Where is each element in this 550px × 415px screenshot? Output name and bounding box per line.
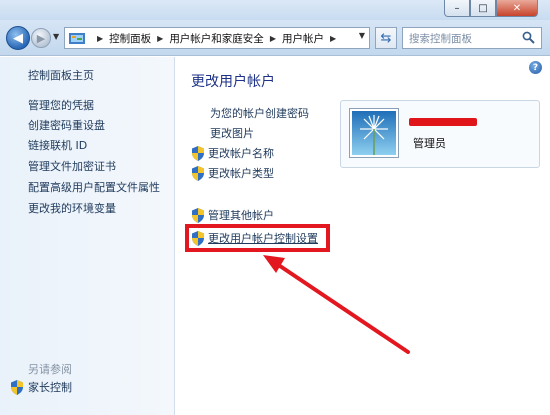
annotation-highlight-box [185, 224, 330, 252]
window-controls: – □ ✕ [444, 0, 538, 17]
arrow-right-icon: ▶ [36, 31, 46, 45]
left-nav-pane: 控制面板主页 管理您的凭据 创建密码重设盘 链接联机 ID 管理文件加密证书 配… [0, 57, 175, 415]
uac-shield-icon [10, 379, 24, 395]
refresh-icon: ⇆ [380, 30, 392, 46]
link-change-account-type[interactable]: 更改帐户类型 [191, 165, 274, 181]
see-also-heading: 另请参阅 [28, 363, 72, 376]
breadcrumb-separator: ▶ [97, 33, 104, 43]
breadcrumb-separator: ▶ [269, 33, 276, 43]
close-button[interactable]: ✕ [496, 0, 538, 17]
change-type-label: 更改帐户类型 [208, 167, 274, 180]
link-control-panel-home[interactable]: 控制面板主页 [28, 67, 94, 83]
manage-other-label: 管理其他帐户 [208, 209, 274, 222]
link-manage-other-accounts[interactable]: 管理其他帐户 [191, 207, 274, 223]
address-bar[interactable]: ▶ 控制面板 ▶ 用户帐户和家庭安全 ▶ 用户帐户 ▶ ▼ [64, 27, 370, 49]
page-title: 更改用户帐户 [191, 74, 275, 90]
link-create-password[interactable]: 为您的帐户创建密码 [210, 105, 309, 121]
change-picture-label: 更改图片 [210, 127, 254, 140]
help-icon[interactable]: ? [529, 61, 542, 74]
parental-controls-label: 家长控制 [28, 381, 72, 394]
minimize-button[interactable]: – [444, 0, 470, 17]
title-bar: – □ ✕ [0, 0, 550, 20]
link-create-password-reset-disk[interactable]: 创建密码重设盘 [28, 117, 105, 133]
breadcrumb-control-panel[interactable]: 控制面板 [109, 31, 151, 46]
avatar[interactable] [349, 108, 399, 158]
link-online-id[interactable]: 链接联机 ID [28, 137, 87, 153]
account-role: 管理员 [413, 137, 446, 150]
link-file-encryption-certs[interactable]: 管理文件加密证书 [28, 158, 116, 174]
change-name-label: 更改帐户名称 [208, 147, 274, 160]
search-placeholder: 搜索控制面板 [409, 32, 472, 45]
arrow-left-icon: ◀ [13, 30, 23, 46]
link-environment-variables[interactable]: 更改我的环境变量 [28, 200, 116, 216]
uac-shield-icon [191, 207, 205, 223]
account-card: 管理员 [340, 100, 540, 168]
search-icon[interactable] [522, 31, 535, 47]
breadcrumb-user-accounts-family[interactable]: 用户帐户和家庭安全 [169, 31, 264, 46]
address-dropdown-icon[interactable]: ▼ [359, 31, 365, 40]
link-change-account-name[interactable]: 更改帐户名称 [191, 145, 274, 161]
forward-button[interactable]: ▶ [31, 28, 51, 48]
breadcrumb-separator: ▶ [329, 33, 337, 43]
redacted-username [409, 118, 477, 126]
control-panel-icon [69, 32, 85, 44]
refresh-button[interactable]: ⇆ [375, 27, 397, 49]
search-input[interactable]: 搜索控制面板 [402, 27, 542, 49]
dandelion-picture-icon [352, 111, 396, 155]
uac-shield-icon [191, 165, 205, 181]
back-button[interactable]: ◀ [6, 26, 30, 50]
breadcrumb-user-accounts[interactable]: 用户帐户 [282, 31, 324, 46]
link-parental-controls[interactable]: 家长控制 [10, 379, 72, 395]
link-advanced-profile-properties[interactable]: 配置高级用户配置文件属性 [28, 179, 160, 195]
recent-pages-dropdown[interactable]: ▼ [53, 32, 59, 41]
uac-shield-icon [191, 145, 205, 161]
link-change-picture[interactable]: 更改图片 [210, 125, 254, 141]
navigation-bar: ◀ ▶ ▼ ▶ 控制面板 ▶ 用户帐户和家庭安全 ▶ 用户帐户 ▶ ▼ ⇆ 搜索… [0, 20, 550, 56]
create-password-label: 为您的帐户创建密码 [210, 107, 309, 120]
breadcrumb-separator: ▶ [157, 33, 164, 43]
link-manage-credentials[interactable]: 管理您的凭据 [28, 97, 94, 113]
maximize-button[interactable]: □ [470, 0, 496, 17]
